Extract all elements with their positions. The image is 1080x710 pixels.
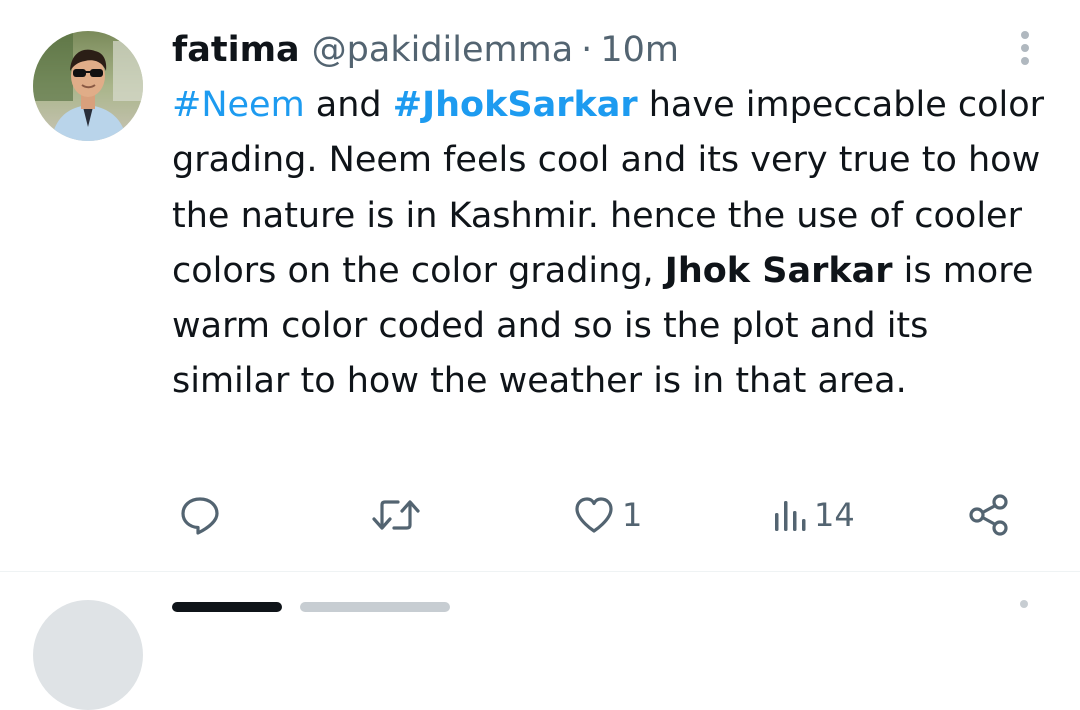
views-icon xyxy=(775,501,806,531)
author-handle-placeholder xyxy=(300,602,450,612)
tweet[interactable]: fatima @pakidilemma · 10m #Neem and #Jho… xyxy=(0,0,1080,572)
views-button[interactable]: 14 xyxy=(772,490,855,540)
tweet-actions: 1 14 xyxy=(0,490,1080,540)
reply-icon xyxy=(181,497,219,535)
like-count: 1 xyxy=(622,496,643,534)
like-button[interactable]: 1 xyxy=(572,490,642,540)
author-name-placeholder xyxy=(172,602,282,612)
tweet-text-segment: and xyxy=(304,85,393,125)
more-options-icon[interactable] xyxy=(1020,600,1028,608)
tweet-header: fatima @pakidilemma · 10m xyxy=(172,26,679,74)
bold-text: Jhok Sarkar xyxy=(664,250,893,291)
tweet-text: #Neem and #JhokSarkar have impeccable co… xyxy=(172,78,1052,410)
header-separator: · xyxy=(581,30,593,70)
views-count: 14 xyxy=(814,496,855,534)
hashtag-link[interactable]: #JhokSarkar xyxy=(393,85,638,125)
hashtag-link[interactable]: #Neem xyxy=(172,85,305,125)
retweet-button[interactable] xyxy=(370,490,422,540)
next-tweet[interactable] xyxy=(0,572,1080,710)
heart-icon xyxy=(575,497,613,533)
reply-button[interactable] xyxy=(178,490,222,540)
author-handle[interactable]: @pakidilemma xyxy=(312,26,574,74)
more-vertical-icon xyxy=(1021,31,1029,65)
avatar[interactable] xyxy=(33,600,143,710)
tweet-timestamp[interactable]: 10m xyxy=(600,26,679,74)
share-icon xyxy=(969,494,1008,536)
share-button[interactable] xyxy=(966,490,1012,540)
avatar-image xyxy=(33,31,143,141)
more-options-button[interactable] xyxy=(1005,26,1045,70)
author-name[interactable]: fatima xyxy=(172,26,300,74)
avatar[interactable] xyxy=(33,31,143,141)
retweet-icon xyxy=(372,500,420,530)
